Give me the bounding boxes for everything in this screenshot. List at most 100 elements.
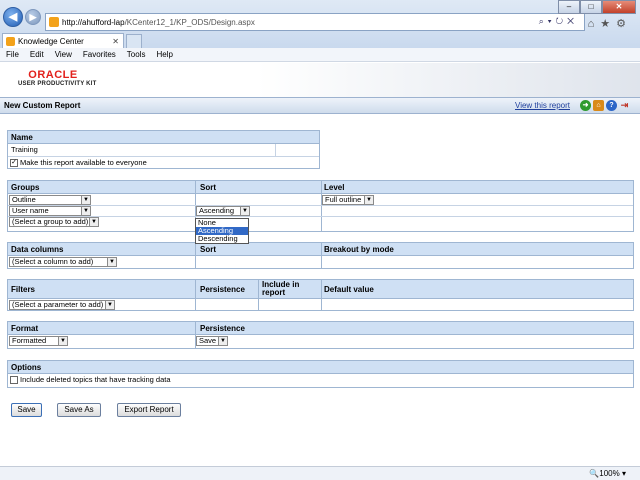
group-select-outline[interactable]: Outline ▼: [9, 195, 91, 205]
level-select-outline[interactable]: Full outline ▼: [322, 195, 374, 205]
chevron-down-icon: ▼: [107, 258, 116, 266]
group-row-username: User name ▼ Ascending ▼: [8, 205, 633, 216]
sort-col-header: Sort: [200, 183, 216, 192]
maximize-button[interactable]: □: [580, 0, 602, 14]
filter-select[interactable]: (Select a parameter to add) ▼: [9, 300, 115, 310]
forward-button[interactable]: ▶: [25, 9, 41, 25]
data-column-select[interactable]: (Select a column to add) ▼: [9, 257, 117, 267]
menu-bar: File Edit View Favorites Tools Help: [0, 48, 640, 62]
include-col-header: Include in report: [262, 280, 300, 297]
tab-knowledge-center[interactable]: Knowledge Center ✕: [2, 33, 124, 48]
include-deleted-label: Include deleted topics that have trackin…: [20, 375, 171, 384]
chevron-down-icon: ▼: [240, 207, 249, 215]
data-columns-section: Data columns Sort Breakout by mode (Sele…: [7, 242, 634, 269]
zoom-level[interactable]: 🔍100% ▾: [589, 469, 626, 478]
share-checkbox[interactable]: ✓: [10, 159, 18, 168]
address-bar[interactable]: http://ahufford-lap/KCenter12_1/KP_ODS/D…: [45, 13, 585, 31]
tab-favicon-icon: [6, 36, 15, 46]
oracle-wordmark: ORACLE: [28, 69, 78, 81]
home-favorites-tools-icon[interactable]: ⌂★⚙: [588, 17, 632, 30]
data-column-row: (Select a column to add) ▼: [8, 256, 633, 268]
breakout-col-header: Breakout by mode: [324, 245, 394, 254]
filters-col-header: Filters: [11, 285, 36, 294]
page-title: New Custom Report: [4, 101, 81, 110]
product-name: USER PRODUCTIVITY KIT: [18, 81, 97, 87]
exit-icon[interactable]: ⇥: [619, 100, 630, 111]
url-path: /KCenter12_1/KP_ODS/Design.aspx: [124, 17, 255, 27]
new-tab-button[interactable]: [126, 34, 142, 48]
filter-row: (Select a parameter to add) ▼: [8, 299, 633, 311]
group-row-add: (Select a group to add) ▼: [8, 216, 633, 227]
menu-favorites[interactable]: Favorites: [83, 50, 116, 59]
menu-edit[interactable]: Edit: [30, 50, 44, 59]
format-header: Format Persistence: [8, 322, 633, 335]
include-deleted-checkbox[interactable]: [10, 376, 18, 385]
logo-banner: ORACLE USER PRODUCTIVITY KIT: [0, 63, 640, 97]
format-row: Formatted ▼ Save ▼: [8, 335, 633, 347]
share-label: Make this report available to everyone: [20, 158, 147, 167]
name-header: Name: [8, 131, 319, 144]
chevron-down-icon: ▼: [364, 196, 373, 204]
view-report-link[interactable]: View this report: [515, 101, 570, 110]
status-bar: 🔍100% ▾: [0, 466, 640, 480]
oracle-logo: ORACLE USER PRODUCTIVITY KIT: [18, 69, 96, 87]
format-persistence-select[interactable]: Save ▼: [196, 336, 228, 346]
help-icon[interactable]: ?: [606, 100, 617, 111]
tab-title: Knowledge Center: [18, 36, 84, 46]
chevron-down-icon: ▼: [81, 196, 90, 204]
page-favicon-icon: [49, 17, 59, 27]
save-button[interactable]: Save: [11, 403, 42, 417]
window-controls: – □ ✕: [558, 0, 636, 14]
chevron-down-icon: ▼: [105, 301, 114, 309]
report-name-input[interactable]: Training: [8, 144, 276, 156]
groups-col-header: Groups: [11, 183, 40, 192]
group-select-add[interactable]: (Select a group to add) ▼: [9, 217, 99, 227]
options-row: Include deleted topics that have trackin…: [8, 374, 633, 386]
filters-section: Filters Persistence Include in report De…: [7, 279, 634, 311]
browser-chrome: ◀ ▶ http://ahufford-lap/KCenter12_1/KP_O…: [0, 0, 640, 48]
page-title-bar: New Custom Report View this report ➜ ⌂ ?…: [0, 97, 640, 114]
format-section: Format Persistence Formatted ▼ Save ▼: [7, 321, 634, 349]
save-as-button[interactable]: Save As: [57, 403, 101, 417]
format-persistence-col-header: Persistence: [200, 324, 245, 333]
zoom-icon: 🔍: [589, 469, 600, 478]
search-refresh-close-icon[interactable]: ⌕▾↻✕: [539, 16, 578, 27]
chevron-down-icon: ▼: [81, 207, 90, 215]
menu-view[interactable]: View: [55, 50, 72, 59]
format-col-header: Format: [11, 324, 39, 333]
sort-option-descending[interactable]: Descending: [196, 235, 248, 243]
title-toolbar: ➜ ⌂ ? ⇥: [580, 100, 632, 111]
name-row: Training: [8, 144, 319, 156]
menu-help[interactable]: Help: [156, 50, 172, 59]
minimize-button[interactable]: –: [558, 0, 580, 14]
chevron-down-icon: ▼: [89, 218, 98, 226]
groups-section: Groups Sort Level Outline ▼ Full outline ▼…: [7, 180, 634, 232]
home-icon[interactable]: ⌂: [593, 100, 604, 111]
export-report-button[interactable]: Export Report: [117, 403, 181, 417]
group-row-outline: Outline ▼ Full outline ▼: [8, 194, 633, 205]
go-arrow-icon[interactable]: ➜: [580, 100, 591, 111]
sort-select-username[interactable]: Ascending ▼: [196, 206, 250, 216]
name-section: Name Training ✓ Make this report availabl…: [7, 130, 320, 169]
default-value-col-header: Default value: [324, 285, 374, 294]
options-header: Options: [8, 361, 633, 374]
back-button[interactable]: ◀: [3, 7, 23, 27]
tab-close-icon[interactable]: ✕: [112, 37, 119, 46]
group-select-username[interactable]: User name ▼: [9, 206, 91, 216]
sort-dropdown-list: None Ascending Descending: [195, 218, 249, 244]
close-window-button[interactable]: ✕: [602, 0, 636, 14]
report-name-value: Training: [11, 145, 38, 154]
menu-file[interactable]: File: [6, 50, 19, 59]
chevron-down-icon: ▼: [58, 337, 67, 345]
tab-strip: Knowledge Center ✕: [0, 32, 640, 48]
chevron-down-icon: ▼: [218, 337, 227, 345]
menu-tools[interactable]: Tools: [127, 50, 146, 59]
format-select[interactable]: Formatted ▼: [9, 336, 68, 346]
data-columns-col-header: Data columns: [11, 245, 64, 254]
options-section: Options Include deleted topics that have…: [7, 360, 634, 388]
level-col-header: Level: [324, 183, 345, 192]
url-host: http://ahufford-lap: [62, 17, 125, 27]
persistence-col-header: Persistence: [200, 285, 245, 294]
share-row: ✓ Make this report available to everyone: [8, 156, 319, 168]
data-sort-col-header: Sort: [200, 245, 216, 254]
